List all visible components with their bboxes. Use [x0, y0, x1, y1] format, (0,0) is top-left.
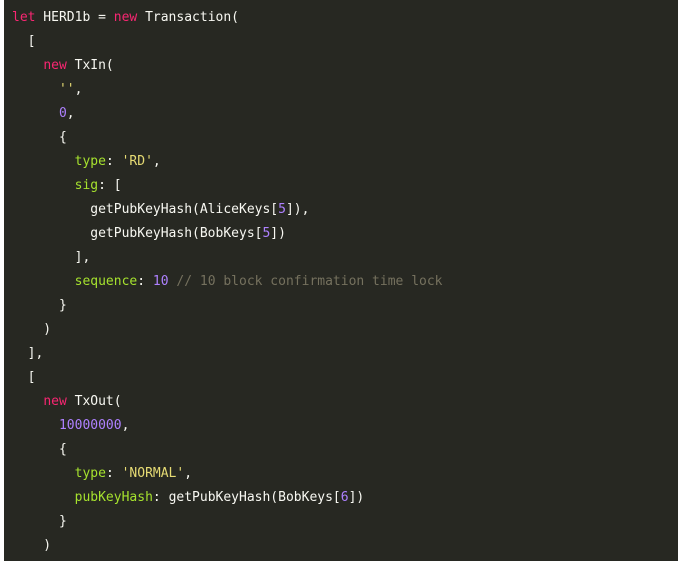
property-token: sig [74, 178, 99, 193]
identifier-token: TxIn( [66, 58, 114, 73]
number-token: 6 [340, 490, 349, 505]
code-line: pubKeyHash: getPubKeyHash(BobKeys[6]) [12, 486, 443, 510]
property-token: type [74, 154, 106, 169]
code-line: new TxIn( [12, 54, 443, 78]
code-line: } [12, 510, 443, 534]
identifier-token: HERD1b = [35, 10, 114, 25]
punctuation-token: ) [12, 538, 52, 553]
string-token: 'RD' [121, 154, 153, 169]
property-token: sequence [74, 274, 138, 289]
code-line: [ [12, 366, 443, 390]
code-line: sequence: 10 // 10 block confirmation ti… [12, 270, 443, 294]
punctuation-token [12, 58, 43, 73]
code-line: getPubKeyHash(AliceKeys[5]), [12, 198, 443, 222]
identifier-token: getPubKeyHash(BobKeys[ [90, 226, 263, 241]
punctuation-token: [ [12, 34, 36, 49]
code-line: 10000000, [12, 414, 443, 438]
punctuation-token: } [12, 514, 67, 529]
punctuation-token [12, 82, 59, 97]
code-line: ) [12, 534, 443, 558]
code-line: '', [12, 78, 443, 102]
code-line: ) [12, 318, 443, 342]
comment-token: // 10 block confirmation time lock [176, 274, 443, 289]
identifier-token: Transaction( [137, 10, 239, 25]
identifier-token: getPubKeyHash(BobKeys[ [168, 490, 341, 505]
punctuation-token: [ [12, 370, 36, 385]
code-listing: let HERD1b = new Transaction( [ new TxIn… [12, 6, 443, 558]
identifier-token: ]), [285, 202, 310, 217]
punctuation-token [12, 106, 59, 121]
punctuation-token: ], [12, 250, 91, 265]
identifier-token: getPubKeyHash(AliceKeys[ [90, 202, 279, 217]
code-line: } [12, 294, 443, 318]
code-line: let HERD1b = new Transaction( [12, 6, 443, 30]
code-block: let HERD1b = new Transaction( [ new TxIn… [4, 0, 678, 561]
property-token: pubKeyHash [74, 490, 153, 505]
identifier-token: ]) [270, 226, 286, 241]
keyword-token: let [12, 10, 36, 25]
punctuation-token [12, 394, 43, 409]
punctuation-token: } [12, 298, 67, 313]
punctuation-token [12, 202, 90, 217]
code-line: { [12, 126, 443, 150]
keyword-token: new [113, 10, 138, 25]
string-token: '' [58, 82, 75, 97]
identifier-token: ]) [348, 490, 365, 505]
code-line: type: 'RD', [12, 150, 443, 174]
number-token: 10 [152, 274, 169, 289]
number-token: 10000000 [58, 418, 122, 433]
keyword-token: new [43, 58, 67, 73]
punctuation-token [12, 154, 75, 169]
keyword-token: new [43, 394, 67, 409]
property-token: type [74, 466, 106, 481]
code-line: new TxOut( [12, 390, 443, 414]
punctuation-token: : [137, 274, 153, 289]
punctuation-token [12, 274, 75, 289]
punctuation-token: , [184, 466, 193, 481]
punctuation-token: : [ [98, 178, 122, 193]
punctuation-token: : [105, 466, 122, 481]
punctuation-token [12, 466, 75, 481]
punctuation-token: : [105, 154, 122, 169]
code-line: { [12, 438, 443, 462]
code-line: ], [12, 342, 443, 366]
punctuation-token: ], [12, 346, 44, 361]
punctuation-token [12, 226, 90, 241]
punctuation-token [12, 490, 75, 505]
code-line: [ [12, 30, 443, 54]
code-line: 0, [12, 102, 443, 126]
punctuation-token: ) [12, 322, 52, 337]
string-token: 'NORMAL' [121, 466, 185, 481]
identifier-token: TxOut( [66, 394, 122, 409]
punctuation-token [12, 178, 75, 193]
punctuation-token: { [12, 442, 67, 457]
punctuation-token: , [121, 418, 130, 433]
punctuation-token: , [66, 106, 75, 121]
number-token: 5 [278, 202, 286, 217]
code-line: type: 'NORMAL', [12, 462, 443, 486]
punctuation-token: , [74, 82, 83, 97]
number-token: 0 [58, 106, 67, 121]
code-line: ], [12, 246, 443, 270]
code-line: getPubKeyHash(BobKeys[5]) [12, 222, 443, 246]
code-line: sig: [ [12, 174, 443, 198]
punctuation-token: { [12, 130, 67, 145]
punctuation-token [12, 418, 59, 433]
punctuation-token: , [152, 154, 161, 169]
punctuation-token: : [152, 490, 169, 505]
